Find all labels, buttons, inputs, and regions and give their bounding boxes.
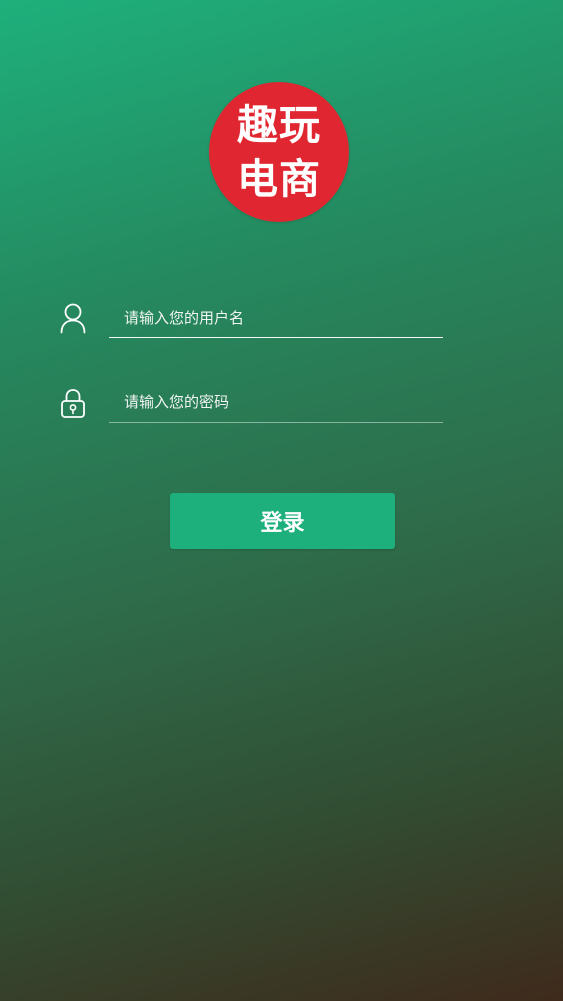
logo-text-line2: 电商: [237, 155, 321, 203]
lock-icon: [58, 387, 88, 419]
username-input[interactable]: [110, 300, 443, 336]
password-input[interactable]: [110, 384, 443, 420]
app-logo: 趣玩 电商: [209, 82, 349, 222]
user-icon: [58, 302, 88, 334]
logo-text-line1: 趣玩: [237, 101, 321, 149]
login-button[interactable]: 登录: [170, 493, 395, 549]
username-underline: [109, 337, 443, 338]
password-underline: [109, 422, 443, 423]
